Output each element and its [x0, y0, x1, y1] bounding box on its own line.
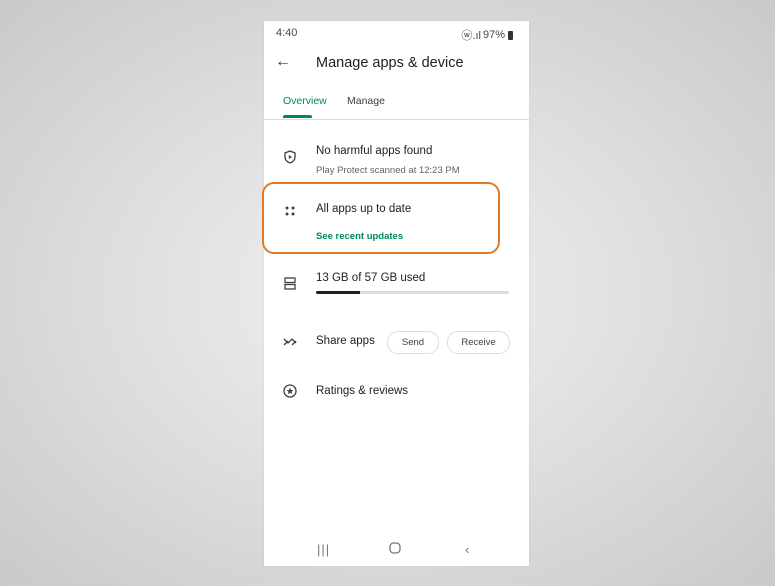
tab-overview[interactable]: Overview [283, 95, 327, 107]
tab-active-indicator [283, 115, 312, 118]
app-bar: ← Manage apps & device [264, 49, 529, 79]
status-bar: 4:40 ⓦ.ıl 97% [264, 21, 529, 45]
arrow-back-icon[interactable]: ← [275, 53, 291, 71]
storage-progress-fill [316, 291, 361, 294]
share-apps-label: Share apps [316, 335, 375, 347]
storage-progress-bar [316, 291, 509, 294]
nav-back-icon[interactable]: ‹ [465, 542, 469, 557]
ratings-label: Ratings & reviews [316, 385, 409, 397]
ratings-star-icon [283, 384, 297, 398]
battery-percent: 97% [482, 29, 505, 41]
tab-manage[interactable]: Manage [347, 95, 385, 107]
recents-icon[interactable]: ||| [317, 542, 330, 557]
ratings-row[interactable]: Ratings & reviews [264, 384, 529, 404]
page-title: Manage apps & device [316, 55, 464, 71]
system-nav-bar: ||| ‹ [264, 536, 529, 566]
send-button[interactable]: Send [387, 331, 439, 354]
storage-label: 13 GB of 57 GB used [316, 272, 426, 284]
highlight-box [262, 182, 500, 254]
phone-screen: 4:40 ⓦ.ıl 97% ← Manage apps & device Ove… [264, 21, 529, 566]
battery-icon [508, 30, 513, 40]
protect-title: No harmful apps found [316, 145, 433, 157]
storage-icon [283, 276, 297, 290]
receive-button[interactable]: Receive [447, 331, 510, 354]
signal-icon: ⓦ.ıl [461, 30, 481, 42]
share-apps-icon [283, 335, 297, 349]
status-icons: ⓦ.ıl 97% [461, 27, 513, 43]
tab-bar: Overview Manage [264, 89, 529, 120]
protect-subtitle: Play Protect scanned at 12:23 PM [316, 165, 460, 176]
home-icon[interactable] [389, 542, 401, 557]
storage-row[interactable]: 13 GB of 57 GB used [264, 271, 529, 299]
play-protect-icon [283, 150, 297, 164]
play-protect-row[interactable]: No harmful apps found Play Protect scann… [264, 143, 529, 183]
status-time: 4:40 [276, 27, 298, 39]
